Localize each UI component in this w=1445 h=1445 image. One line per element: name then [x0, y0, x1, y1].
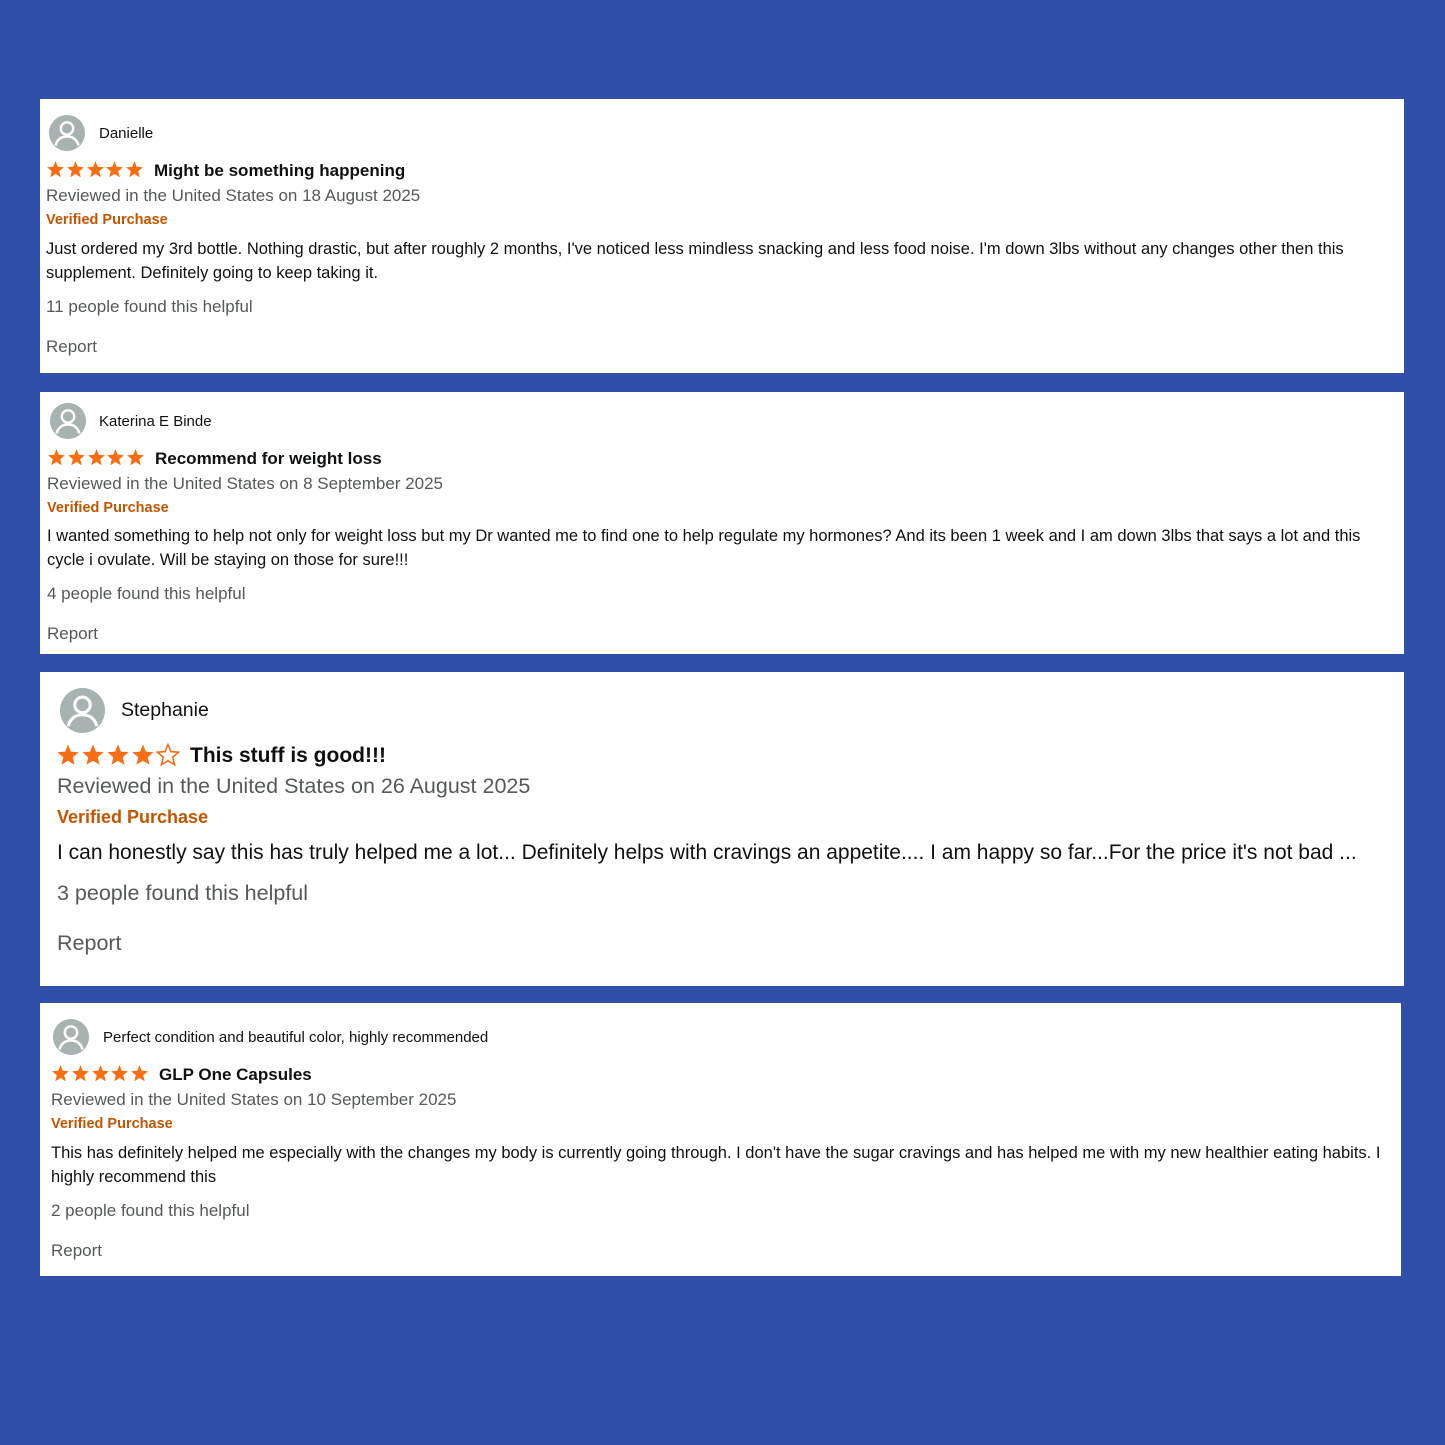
- star-icon: [91, 1065, 109, 1082]
- star-icon: [106, 161, 124, 178]
- star-icon: [82, 744, 104, 765]
- star-icon: [48, 449, 65, 466]
- review-body: I can honestly say this has truly helped…: [57, 841, 1357, 864]
- review-body: I wanted something to help not only for …: [47, 527, 1361, 569]
- reviewer-name[interactable]: Danielle: [99, 125, 153, 142]
- reviewer-name[interactable]: Stephanie: [121, 699, 209, 722]
- report-link[interactable]: Report: [46, 337, 97, 357]
- review-date: Reviewed in the United States on 18 Augu…: [46, 186, 421, 205]
- review-title[interactable]: This stuff is good!!!: [190, 744, 386, 768]
- star-icon: [86, 161, 104, 178]
- review-card: Danielle Might be something happening Re…: [40, 99, 1404, 373]
- verified-purchase-badge: Verified Purchase: [46, 212, 168, 228]
- user-avatar-icon: [50, 403, 86, 439]
- star-icon: [127, 449, 145, 466]
- star-icon: [107, 449, 125, 466]
- review-date: Reviewed in the United States on 8 Septe…: [47, 474, 443, 493]
- star-icon: [111, 1065, 129, 1082]
- review-title[interactable]: Might be something happening: [154, 161, 405, 181]
- reviewer-name[interactable]: Katerina E Binde: [99, 413, 212, 430]
- review-body: Just ordered my 3rd bottle. Nothing dras…: [46, 240, 1344, 282]
- reviewer-name[interactable]: Perfect condition and beautiful color, h…: [103, 1029, 488, 1046]
- star-icon: [57, 744, 79, 765]
- review-date: Reviewed in the United States on 10 Sept…: [51, 1090, 457, 1109]
- star-icon: [131, 1065, 149, 1082]
- helpful-count: 11 people found this helpful: [46, 297, 253, 316]
- star-icon: [87, 449, 105, 466]
- star-rating[interactable]: [46, 160, 145, 179]
- star-icon: [47, 161, 64, 178]
- star-icon: [71, 1065, 89, 1082]
- review-title[interactable]: GLP One Capsules: [159, 1065, 312, 1085]
- helpful-count: 2 people found this helpful: [51, 1201, 250, 1220]
- review-card: Perfect condition and beautiful color, h…: [40, 1003, 1401, 1276]
- star-rating[interactable]: [51, 1064, 150, 1083]
- user-avatar-icon: [53, 1019, 89, 1055]
- star-icon: [66, 161, 84, 178]
- verified-purchase-badge: Verified Purchase: [51, 1116, 173, 1132]
- user-avatar-icon: [60, 688, 105, 733]
- star-rating[interactable]: [47, 448, 146, 467]
- user-avatar-icon: [49, 115, 85, 151]
- report-link[interactable]: Report: [47, 624, 98, 644]
- star-rating[interactable]: [56, 743, 181, 767]
- star-icon: [132, 744, 154, 765]
- helpful-count: 4 people found this helpful: [47, 584, 246, 603]
- review-card: Stephanie This stuff is good!!! Reviewed…: [40, 672, 1404, 986]
- review-date: Reviewed in the United States on 26 Augu…: [57, 774, 531, 798]
- star-icon: [67, 449, 85, 466]
- star-icon: [107, 744, 129, 765]
- helpful-count: 3 people found this helpful: [57, 881, 309, 905]
- verified-purchase-badge: Verified Purchase: [47, 500, 169, 516]
- report-link[interactable]: Report: [57, 931, 122, 956]
- star-icon: [52, 1065, 69, 1082]
- star-icon: [126, 161, 144, 178]
- report-link[interactable]: Report: [51, 1241, 102, 1261]
- verified-purchase-badge: Verified Purchase: [57, 807, 209, 827]
- review-body: This has definitely helped me especially…: [51, 1144, 1381, 1186]
- star-icon: [156, 743, 180, 767]
- review-title[interactable]: Recommend for weight loss: [155, 449, 382, 469]
- review-card: Katerina E Binde Recommend for weight lo…: [40, 392, 1404, 654]
